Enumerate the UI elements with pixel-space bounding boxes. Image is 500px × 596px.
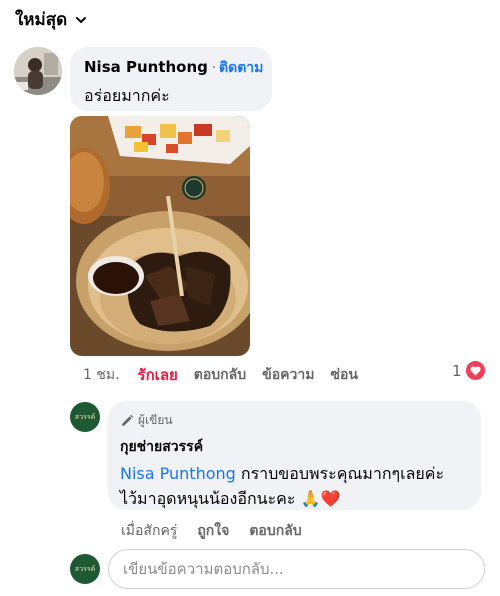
reply-text-line2: ไว้มาอุดหนุนน้องอีกนะคะ [120, 489, 296, 508]
composer-avatar: สวรรค์ [70, 554, 100, 584]
hide-button[interactable]: ซ่อน [330, 364, 357, 386]
sort-dropdown[interactable]: ใหม่สุด [15, 6, 87, 33]
message-button[interactable]: ข้อความ [262, 364, 314, 386]
page-avatar[interactable]: สวรรค์ [70, 402, 100, 432]
commenter-name[interactable]: Nisa Punthong [84, 58, 208, 76]
love-reaction-button[interactable]: รักเลย [138, 363, 178, 387]
comment-photo[interactable] [70, 116, 250, 356]
comment-bubble: Nisa Punthong · ติดตาม อร่อยมากค่ะ [70, 47, 272, 111]
reply-input[interactable] [123, 560, 470, 578]
reply-button[interactable]: ตอบกลับ [194, 364, 246, 386]
love-heart-icon [465, 361, 485, 380]
reply-text: Nisa Punthong กราบขอบพระคุณมากๆเลยค่ะ ไว… [120, 461, 469, 511]
pray-emoji: 🙏 [300, 489, 321, 508]
mention-link[interactable]: Nisa Punthong [120, 464, 236, 483]
author-badge: ผู้เขียน [120, 411, 469, 430]
reply-bubble: ผู้เขียน กุยช่ายสวรรค์ Nisa Punthong กรา… [108, 401, 481, 510]
reply-text-line1: กราบขอบพระคุณมากๆเลยค่ะ [235, 464, 445, 483]
page-avatar-text: สวรรค์ [74, 412, 96, 421]
comment-text: อร่อยมากค่ะ [84, 86, 170, 105]
author-badge-label: ผู้เขียน [138, 413, 173, 427]
reply-actions: เมื่อสักครู่ ถูกใจ ตอบกลับ [121, 520, 322, 542]
reaction-count: 1 [452, 361, 462, 380]
composer-avatar-text: สวรรค์ [74, 564, 96, 573]
reaction-summary[interactable]: 1 [452, 361, 485, 380]
comment-timestamp[interactable]: 1 ชม. [83, 364, 120, 386]
pencil-icon [122, 414, 134, 426]
reply-author-name[interactable]: กุยช่ายสวรรค์ [120, 436, 469, 458]
sort-label: ใหม่สุด [15, 10, 68, 30]
comment-actions: 1 ชม. รักเลย ตอบกลับ ข้อความ ซ่อน [83, 363, 374, 387]
reply-composer[interactable] [108, 549, 485, 589]
follow-link[interactable]: ติดตาม [219, 57, 263, 79]
like-button[interactable]: ถูกใจ [197, 520, 229, 542]
separator-dot: · [211, 61, 217, 76]
reply-timestamp[interactable]: เมื่อสักครู่ [121, 520, 177, 542]
commenter-avatar[interactable] [14, 47, 62, 95]
heart-emoji: ❤️ [320, 489, 341, 508]
chevron-down-icon [76, 16, 87, 23]
reply-to-reply-button[interactable]: ตอบกลับ [249, 520, 301, 542]
